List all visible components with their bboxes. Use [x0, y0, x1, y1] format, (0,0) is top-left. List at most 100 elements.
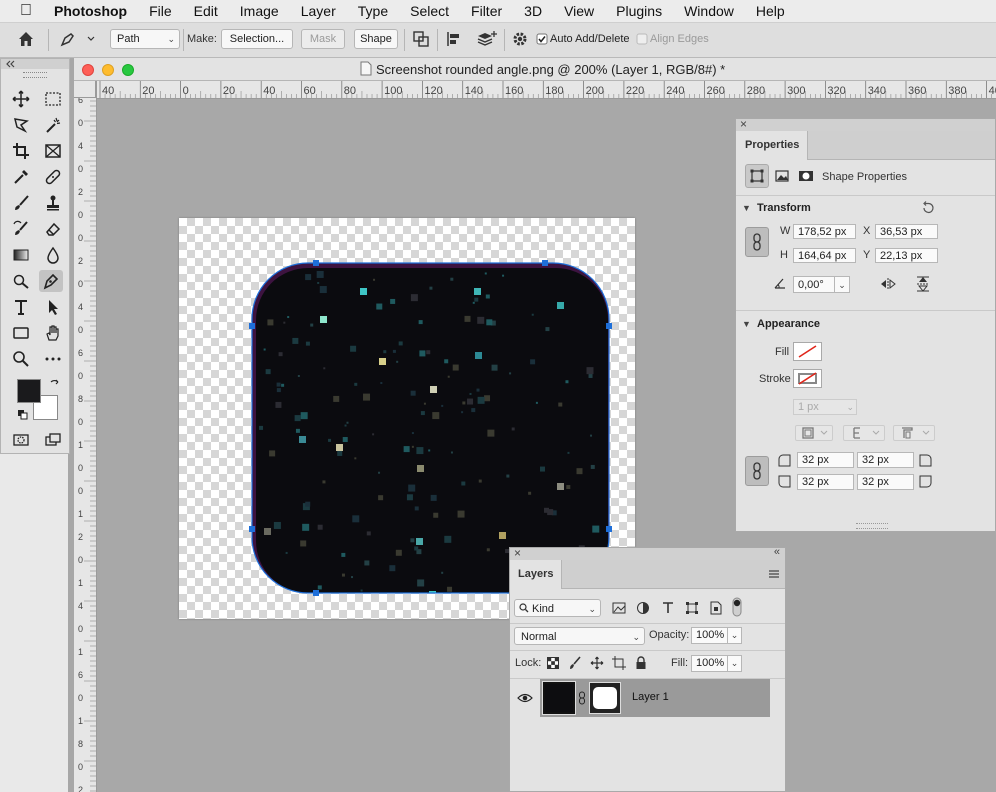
filter-smart-objects-icon[interactable] — [707, 599, 725, 617]
menu-3d[interactable]: 3D — [524, 3, 542, 19]
chevron-down-icon[interactable]: ⌄ — [727, 656, 741, 671]
filter-adjustment-layers-icon[interactable] — [634, 599, 652, 617]
collapse-panel-icon[interactable]: « — [774, 546, 780, 558]
shape-button[interactable]: Shape — [354, 29, 398, 49]
frame-tool-icon[interactable] — [41, 140, 65, 162]
close-window-button[interactable] — [82, 64, 94, 76]
ruler-origin[interactable] — [74, 81, 96, 98]
eye-icon[interactable] — [517, 691, 533, 705]
filter-type-layers-icon[interactable] — [659, 599, 677, 617]
lock-all-icon[interactable] — [632, 654, 650, 672]
brush-tool-icon[interactable] — [9, 192, 33, 214]
minimize-window-button[interactable] — [102, 64, 114, 76]
fill-swatch[interactable] — [793, 342, 822, 361]
menu-filter[interactable]: Filter — [471, 3, 502, 19]
default-colors-icon[interactable] — [17, 409, 29, 421]
blur-tool-icon[interactable] — [41, 244, 65, 266]
y-field[interactable]: 22,13 px — [875, 248, 938, 263]
chevron-down-icon[interactable]: ▼ — [742, 319, 751, 329]
resize-grip[interactable] — [856, 523, 888, 529]
lock-image-pixels-icon[interactable] — [566, 654, 584, 672]
home-icon[interactable] — [16, 29, 38, 49]
stroke-align-select[interactable] — [843, 425, 885, 441]
layer-row-layer-1[interactable]: Layer 1 — [540, 679, 770, 717]
lasso-tool-icon[interactable] — [9, 114, 33, 136]
fill-field[interactable]: 100% ⌄ — [691, 655, 742, 672]
close-panel-icon[interactable]: × — [514, 546, 521, 560]
lock-transparent-pixels-icon[interactable] — [544, 654, 562, 672]
filter-pixel-layers-icon[interactable] — [610, 599, 628, 617]
horizontal-ruler[interactable]: 40 20 0 20 40 60 80 100 120 140 160 180 200 220 240 260… — [96, 81, 996, 99]
x-field[interactable]: 36,53 px — [875, 224, 938, 239]
blend-mode-select[interactable]: Normal ⌄ — [514, 627, 645, 645]
lock-artboard-icon[interactable] — [610, 654, 628, 672]
lock-position-icon[interactable] — [588, 654, 606, 672]
flip-vertical-icon[interactable] — [914, 275, 932, 293]
transform-heading[interactable]: Transform — [757, 202, 811, 214]
quick-mask-icon[interactable] — [9, 429, 33, 451]
menu-layer[interactable]: Layer — [301, 3, 336, 19]
link-dimensions-button[interactable] — [745, 227, 769, 257]
align-edges-checkbox[interactable] — [636, 29, 648, 49]
filter-toggle-switch[interactable] — [732, 597, 742, 617]
vertical-ruler[interactable]: 6040200204060801001201401601802 — [74, 81, 97, 792]
chevron-down-icon[interactable]: ▼ — [742, 203, 751, 213]
path-selection-tool-icon[interactable] — [41, 296, 65, 318]
path-arrangement-icon[interactable] — [476, 29, 498, 49]
close-panel-icon[interactable]: × — [740, 117, 747, 131]
zoom-tool-icon[interactable] — [9, 348, 33, 370]
more-tools-icon[interactable] — [41, 348, 65, 370]
rectangle-tool-icon[interactable] — [9, 322, 33, 344]
height-field[interactable]: 164,64 px — [793, 248, 856, 263]
healing-brush-tool-icon[interactable] — [41, 166, 65, 188]
menu-photoshop[interactable]: Photoshop — [54, 3, 127, 19]
crop-tool-icon[interactable] — [9, 140, 33, 162]
tab-properties[interactable]: Properties — [736, 131, 808, 160]
zoom-window-button[interactable] — [122, 64, 134, 76]
filter-shape-layers-icon[interactable] — [683, 599, 701, 617]
layer-mask-thumbnail[interactable] — [589, 682, 621, 714]
stroke-swatch[interactable] — [793, 369, 822, 388]
link-corners-button[interactable] — [745, 456, 769, 486]
pen-tool-icon[interactable] — [39, 270, 63, 292]
hand-tool-icon[interactable] — [41, 322, 65, 344]
opacity-field[interactable]: 100% ⌄ — [691, 627, 742, 644]
corner-bottom-right-field[interactable]: 32 px — [857, 474, 914, 490]
image-properties-icon[interactable] — [773, 167, 791, 185]
mask-link-icon[interactable] — [578, 691, 586, 705]
menu-view[interactable]: View — [564, 3, 594, 19]
mask-properties-icon[interactable] — [797, 167, 815, 185]
corner-bottom-left-field[interactable]: 32 px — [797, 474, 854, 490]
move-tool-icon[interactable] — [9, 88, 33, 110]
stroke-caps-select[interactable] — [893, 425, 935, 441]
corner-top-right-field[interactable]: 32 px — [857, 452, 914, 468]
swap-colors-icon[interactable] — [49, 378, 61, 390]
width-field[interactable]: 178,52 px — [793, 224, 856, 239]
selection-button[interactable]: Selection... — [221, 29, 293, 49]
menu-edit[interactable]: Edit — [194, 3, 218, 19]
clone-stamp-tool-icon[interactable] — [41, 192, 65, 214]
chevron-down-icon[interactable]: ⌄ — [834, 277, 849, 292]
stroke-type-select[interactable] — [795, 425, 833, 441]
shape-properties-icon[interactable] — [745, 164, 769, 188]
history-brush-tool-icon[interactable] — [9, 218, 33, 240]
path-operations-icon[interactable] — [411, 29, 431, 49]
menu-image[interactable]: Image — [240, 3, 279, 19]
menu-help[interactable]: Help — [756, 3, 785, 19]
layer-name[interactable]: Layer 1 — [632, 691, 669, 703]
tab-layers[interactable]: Layers — [510, 560, 562, 589]
angle-field[interactable]: 0,00° ⌄ — [793, 276, 850, 293]
menu-plugins[interactable]: Plugins — [616, 3, 662, 19]
chevron-down-icon[interactable]: ⌄ — [727, 628, 741, 643]
menu-type[interactable]: Type — [358, 3, 388, 19]
screen-mode-icon[interactable] — [41, 429, 65, 451]
eraser-tool-icon[interactable] — [41, 218, 65, 240]
gear-icon[interactable] — [510, 29, 530, 49]
marquee-tool-icon[interactable] — [41, 88, 65, 110]
menu-select[interactable]: Select — [410, 3, 449, 19]
properties-panel-header[interactable]: × — [736, 117, 995, 131]
layer-filter-kind-select[interactable]: Kind ⌄ — [514, 599, 601, 617]
stroke-width-field[interactable]: 1 px ⌄ — [793, 399, 857, 415]
reset-icon[interactable] — [920, 200, 936, 216]
magic-wand-tool-icon[interactable] — [41, 114, 65, 136]
